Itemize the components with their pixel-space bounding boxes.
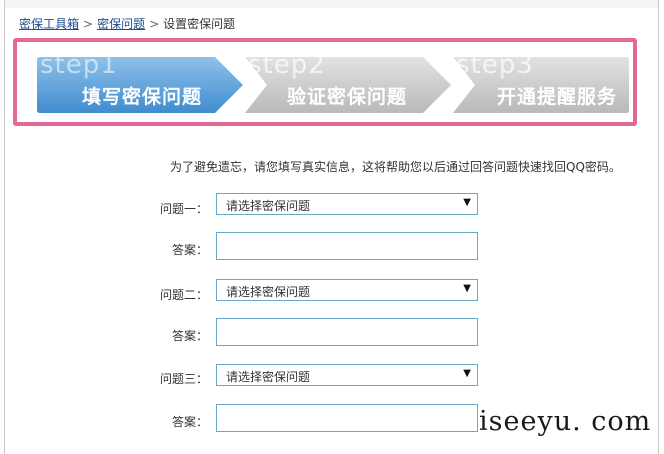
answer-1-label: 答案： bbox=[171, 243, 208, 257]
breadcrumb-link-toolbox[interactable]: 密保工具箱 bbox=[19, 17, 79, 31]
question-2-label: 问题二： bbox=[159, 288, 208, 302]
step-1-title: 填写密保问题 bbox=[82, 86, 203, 108]
step-1: step1 填写密保问题 bbox=[37, 50, 245, 113]
intro-text: 为了避免遗忘，请您填写真实信息，这将帮助您以后通过回答问题快速找回QQ密码。 bbox=[170, 160, 621, 174]
answer-3-input[interactable] bbox=[216, 404, 478, 432]
answer-1-input[interactable] bbox=[216, 232, 478, 260]
answer-2-label: 答案： bbox=[171, 329, 208, 343]
question-3-label: 问题三： bbox=[159, 372, 208, 386]
step-3-number: step3 bbox=[456, 50, 534, 80]
question-2-select[interactable]: 请选择密保问题 ▼ bbox=[216, 279, 478, 301]
steps-highlight-box: step1 填写密保问题 step2 验证密保问题 step3 开通提醒服务 bbox=[13, 38, 637, 126]
step-2: step2 验证密保问题 bbox=[245, 50, 453, 113]
question-1-label: 问题一： bbox=[159, 202, 208, 216]
step-1-number: step1 bbox=[40, 50, 118, 80]
answer-2-input[interactable] bbox=[216, 318, 478, 346]
question-1-select[interactable]: 请选择密保问题 ▼ bbox=[216, 193, 478, 215]
step-2-number: step2 bbox=[248, 50, 326, 80]
breadcrumb: 密保工具箱 > 密保问题 > 设置密保问题 bbox=[19, 15, 235, 32]
top-band bbox=[5, 0, 658, 8]
page-left-border bbox=[4, 0, 5, 454]
question-2-select-value: 请选择密保问题 bbox=[226, 285, 311, 299]
answer-3-label: 答案： bbox=[171, 415, 208, 429]
question-3-select[interactable]: 请选择密保问题 ▼ bbox=[216, 364, 478, 386]
chevron-down-icon: ▼ bbox=[463, 197, 471, 208]
step-2-title: 验证密保问题 bbox=[287, 86, 408, 108]
chevron-down-icon: ▼ bbox=[463, 368, 471, 379]
watermark: iseeyu. com bbox=[479, 407, 653, 443]
question-3-select-value: 请选择密保问题 bbox=[226, 370, 311, 384]
page-right-border bbox=[658, 0, 659, 454]
breadcrumb-separator: > bbox=[149, 17, 160, 31]
question-1-select-value: 请选择密保问题 bbox=[226, 199, 311, 213]
chevron-down-icon: ▼ bbox=[463, 283, 471, 294]
breadcrumb-link-questions[interactable]: 密保问题 bbox=[97, 17, 145, 31]
breadcrumb-current: 设置密保问题 bbox=[163, 17, 236, 31]
step-3-title: 开通提醒服务 bbox=[497, 86, 618, 108]
breadcrumb-separator: > bbox=[83, 17, 94, 31]
step-3: step3 开通提醒服务 bbox=[453, 50, 629, 113]
